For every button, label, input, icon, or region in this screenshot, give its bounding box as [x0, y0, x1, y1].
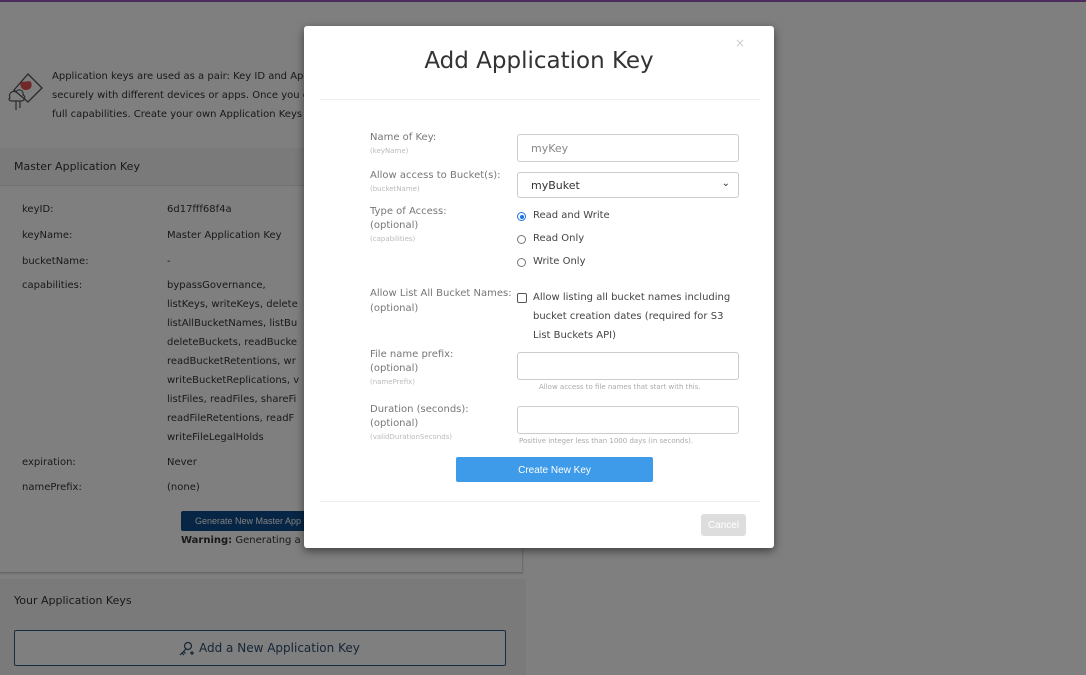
list-all-checkbox-text: Allow listing all bucket names including…: [533, 292, 731, 341]
prefix-hint: Allow access to file names that start wi…: [539, 383, 701, 391]
modal-header-divider: [320, 99, 760, 100]
key-name-label: Name of Key:: [370, 132, 437, 143]
radio-label: Write Only: [533, 256, 586, 267]
prefix-label: File name prefix:: [370, 349, 454, 360]
access-type-sublabel: (capabilities): [370, 235, 416, 243]
bucket-select[interactable]: myBuket ⌄: [517, 172, 739, 198]
modal-title: Add Application Key: [424, 48, 654, 74]
duration-label: Duration (seconds):: [370, 404, 469, 415]
modal-footer-divider: [320, 501, 760, 502]
duration-sublabel: (validDurationSeconds): [370, 433, 453, 441]
cancel-button[interactable]: Cancel: [701, 514, 746, 536]
key-name-input[interactable]: myKey: [517, 134, 739, 162]
duration-hint: Positive integer less than 1000 days (in…: [519, 437, 694, 445]
radio-icon[interactable]: [517, 235, 526, 244]
access-type-optional: (optional): [370, 220, 419, 231]
bucket-select-value: myBuket: [531, 179, 580, 192]
access-type-label: Type of Access:: [370, 206, 447, 217]
duration-input[interactable]: [517, 406, 739, 434]
bucket-sublabel: (bucketName): [370, 185, 420, 193]
key-name-sublabel: (keyName): [370, 147, 409, 155]
duration-optional: (optional): [370, 418, 419, 429]
radio-icon[interactable]: [517, 258, 526, 267]
list-all-optional: (optional): [370, 303, 419, 314]
add-application-key-dialog: Add Application Key × Name of Key: (keyN…: [304, 26, 774, 548]
radio-label: Read and Write: [533, 210, 610, 221]
prefix-input[interactable]: [517, 352, 739, 380]
prefix-optional: (optional): [370, 363, 419, 374]
list-all-label: Allow List All Bucket Names:: [370, 288, 512, 299]
chevron-down-icon: ⌄: [721, 178, 730, 189]
radio-selected-icon[interactable]: [517, 212, 526, 221]
radio-label: Read Only: [533, 233, 585, 244]
list-all-checkbox[interactable]: [517, 293, 527, 303]
prefix-sublabel: (namePrefix): [370, 378, 415, 386]
bucket-label: Allow access to Bucket(s):: [370, 170, 501, 181]
create-new-key-button[interactable]: Create New Key: [456, 457, 653, 482]
close-icon[interactable]: ×: [735, 36, 745, 50]
